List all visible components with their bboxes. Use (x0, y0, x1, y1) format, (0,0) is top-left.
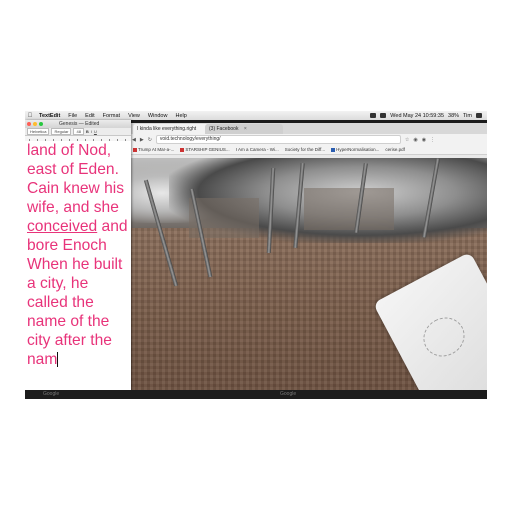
bookmark-item[interactable]: STARSHIP GENIUS... (180, 147, 230, 152)
dock-label[interactable]: Google (280, 391, 296, 397)
star-icon[interactable]: ☆ (405, 137, 409, 143)
bookmark-item[interactable]: HyperNormalisation... (331, 147, 379, 152)
text-line: bore Enoch (27, 237, 107, 254)
misspelled-word: conceived (27, 218, 98, 235)
menu-bar:  TextEdit File Edit Format View Window … (25, 111, 487, 120)
bookmark-item[interactable]: Society for the Diff... (285, 147, 325, 152)
bookmarks-bar: Trump At Mar-a-... STARSHIP GENIUS... I … (129, 145, 487, 155)
reload-icon[interactable]: ↻ (148, 137, 152, 143)
dock-label[interactable]: Google (43, 391, 59, 397)
text-line: east of Eden. (27, 161, 119, 178)
text-line: called the (27, 294, 94, 311)
extension-icon[interactable]: ◉ (422, 137, 426, 143)
browser-window: I kinda like everything.right (3) Facebo… (129, 123, 487, 158)
forward-icon[interactable]: ▶ (140, 137, 144, 143)
url-field[interactable]: void.technology/everything/ (155, 135, 401, 144)
bold-button[interactable]: B (86, 129, 89, 134)
bookmark-label: STARSHIP GENIUS... (185, 147, 230, 152)
bookmark-item[interactable]: Trump At Mar-a-... (133, 147, 174, 152)
bookmark-item[interactable]: I Am a Camera - Wi... (236, 147, 279, 152)
apple-icon[interactable]:  (25, 113, 35, 119)
back-icon[interactable]: ◀ (132, 137, 136, 143)
text-caret (57, 352, 59, 368)
format-toolbar: Helvetica Regular 48 B I U (25, 128, 131, 136)
text-line: city after the (27, 332, 112, 349)
youtube-icon (180, 147, 185, 152)
user-name[interactable]: Tim (463, 113, 472, 119)
tab-facebook[interactable]: (3) Facebook × (205, 124, 283, 134)
underline-button[interactable]: U (94, 129, 97, 134)
text-line: land of Nod, (27, 142, 112, 159)
minimize-window-icon[interactable] (33, 122, 37, 126)
bookmark-label: Society for the Diff... (284, 147, 326, 152)
menu-app-name[interactable]: TextEdit (35, 113, 64, 119)
volume-icon[interactable] (380, 113, 387, 118)
bookmark-label: I Am a Camera - Wi... (235, 147, 279, 152)
menu-edit[interactable]: Edit (81, 113, 98, 119)
text-line: wife, and she (27, 199, 119, 216)
extension-icon[interactable]: ◉ (413, 137, 417, 143)
menu-help[interactable]: Help (171, 113, 190, 119)
text-line: When he built (27, 256, 123, 273)
address-toolbar: ◀ ▶ ↻ void.technology/everything/ ☆ ◉ ◉ … (129, 134, 487, 145)
menu-window[interactable]: Window (144, 113, 172, 119)
tab-everything[interactable]: I kinda like everything.right (133, 124, 209, 134)
bookmark-icon (133, 147, 137, 152)
dock: Google Google (25, 390, 487, 399)
document-title: Genesis — Edited (59, 120, 99, 128)
bookmark-item[interactable]: cerise.pdf (385, 147, 405, 152)
edited-status: — Edited (78, 121, 100, 127)
text-line: name of the (27, 313, 110, 330)
glass-wall-panel (304, 188, 394, 230)
font-weight-select[interactable]: Regular (51, 128, 72, 135)
zoom-window-icon[interactable] (39, 122, 43, 126)
document-name: Genesis (59, 121, 78, 127)
close-window-icon[interactable] (27, 122, 31, 126)
text-line: a city, he (27, 275, 89, 292)
font-family-select[interactable]: Helvetica (27, 128, 50, 135)
font-size-select[interactable]: 48 (73, 128, 84, 135)
italic-button[interactable]: I (91, 129, 92, 134)
textedit-window: Genesis — Edited Helvetica Regular 48 B … (25, 120, 131, 399)
window-controls (27, 122, 43, 126)
close-icon[interactable]: × (244, 126, 247, 132)
text-line-current: nam (27, 350, 129, 369)
menu-file[interactable]: File (64, 113, 81, 119)
wifi-icon[interactable] (370, 113, 377, 118)
textedit-titlebar: Genesis — Edited (25, 120, 131, 128)
bookmark-label: cerise.pdf (385, 147, 405, 152)
bookmark-label: Trump At Mar-a-... (138, 147, 175, 152)
desktop-screen:  TextEdit File Edit Format View Window … (25, 111, 487, 399)
menu-icon[interactable]: ⋮ (430, 137, 435, 143)
bookmark-icon (331, 147, 336, 152)
menu-view[interactable]: View (124, 113, 144, 119)
document-text-area[interactable]: land of Nod, east of Eden. Cain knew his… (25, 141, 131, 387)
menu-format[interactable]: Format (99, 113, 124, 119)
battery-percent[interactable]: 38% (448, 113, 459, 119)
clock[interactable]: Wed May 24 10:59:35 (390, 113, 444, 119)
status-area: Wed May 24 10:59:35 38% Tim (370, 113, 487, 119)
tab-label: I kinda like everything.right (137, 126, 197, 132)
webgl-scene[interactable] (129, 158, 487, 399)
text-line: Cain knew his (27, 180, 125, 197)
spotlight-icon[interactable] (476, 113, 482, 118)
tab-label: (3) Facebook (209, 126, 239, 132)
text-line: conceived and (27, 218, 128, 235)
card-scribble (416, 310, 472, 364)
bookmark-label: HyperNormalisation... (336, 147, 380, 152)
current-line-text: nam (27, 351, 58, 368)
tab-strip: I kinda like everything.right (3) Facebo… (129, 123, 487, 134)
